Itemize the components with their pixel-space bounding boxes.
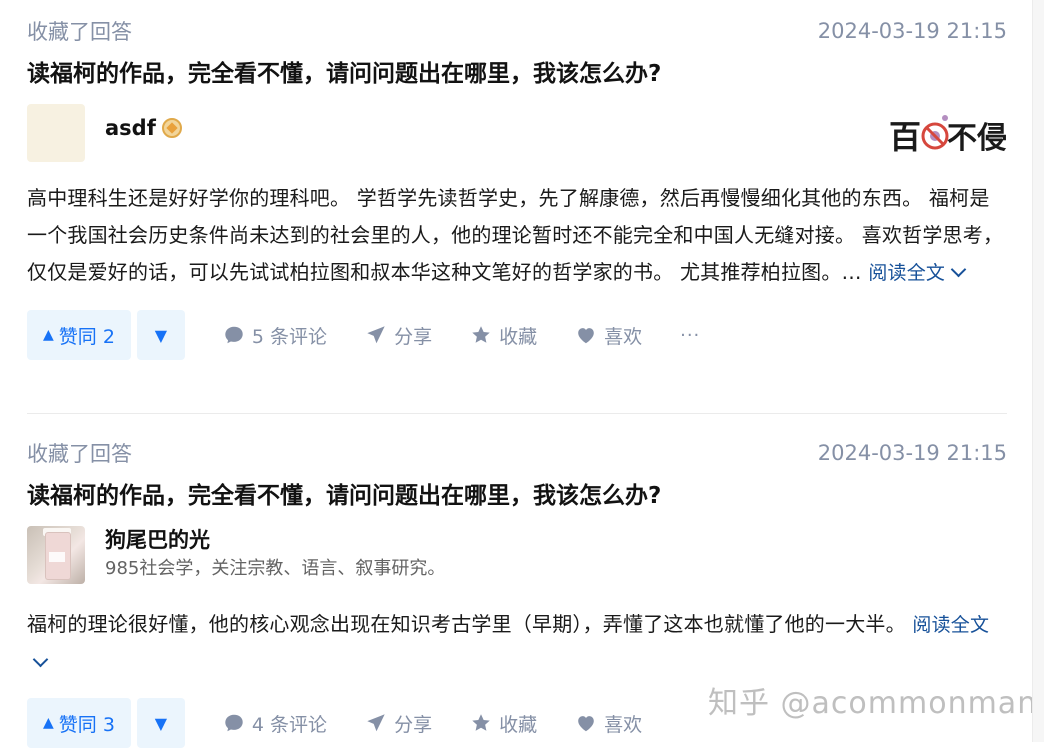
author-row: 狗尾巴的光 985社会学，关注宗教、语言、叙事研究。 xyxy=(27,526,1007,584)
share-button[interactable]: 分享 xyxy=(365,322,432,349)
like-label: 喜欢 xyxy=(604,325,643,348)
favorite-label: 收藏 xyxy=(499,713,538,736)
activity-feed: 收藏了回答 2024-03-19 21:15 读福柯的作品，完全看不懂，请问问题… xyxy=(0,0,1044,748)
card-meta: 收藏了回答 2024-03-19 21:15 xyxy=(27,14,1007,48)
share-icon xyxy=(367,714,385,732)
card-divider xyxy=(27,413,1007,414)
watermark: 知乎 @acommonman xyxy=(708,686,1038,721)
author-row: asdf 百 不侵 xyxy=(27,104,1007,162)
author-name[interactable]: asdf xyxy=(105,114,156,142)
share-icon xyxy=(367,326,385,344)
comments-label: 5 条评论 xyxy=(251,325,328,348)
svg-text:不侵: 不侵 xyxy=(947,121,1007,156)
comments-button[interactable]: 5 条评论 xyxy=(223,322,327,349)
star-icon xyxy=(472,714,490,731)
upvote-label: 赞同 3 xyxy=(58,713,115,736)
action-bar: ▲ 赞同 2 ▼ 5 条评论 分享 收藏 喜欢 ··· xyxy=(27,310,1007,360)
brand-logo: 百 不侵 xyxy=(889,115,1007,156)
read-more-link[interactable]: 阅读全文 xyxy=(868,261,967,284)
excerpt-text: 福柯的理论很好懂，他的核心观念出现在知识考古学里（早期），弄懂了这本也就懂了他的… xyxy=(27,612,906,636)
heart-icon xyxy=(578,328,594,344)
excerpt-text: 高中理科生还是好好学你的理科吧。 学哲学先读哲学史，先了解康德，然后再慢慢细化其… xyxy=(27,186,1004,284)
answer-excerpt[interactable]: 高中理科生还是好好学你的理科吧。 学哲学先读哲学史，先了解康德，然后再慢慢细化其… xyxy=(27,180,1007,292)
activity-label: 收藏了回答 xyxy=(27,442,132,466)
question-title[interactable]: 读福柯的作品，完全看不懂，请问问题出在哪里，我该怎么办? xyxy=(27,58,1007,90)
vote-up-icon: ▲ xyxy=(43,327,54,343)
upvote-button[interactable]: ▲ 赞同 2 xyxy=(27,310,131,360)
activity-label: 收藏了回答 xyxy=(27,20,132,44)
avatar[interactable] xyxy=(27,104,85,162)
svg-text:百: 百 xyxy=(889,118,921,156)
author-name-row: 狗尾巴的光 xyxy=(105,526,445,554)
favorite-button[interactable]: 收藏 xyxy=(470,322,537,349)
read-more-label: 阅读全文 xyxy=(912,614,990,636)
author-headline: 985社会学，关注宗教、语言、叙事研究。 xyxy=(105,558,446,579)
author-name-row: asdf xyxy=(105,114,182,142)
feed-card: 收藏了回答 2024-03-19 21:15 读福柯的作品，完全看不懂，请问问题… xyxy=(27,14,1007,360)
vote-down-icon: ▼ xyxy=(154,325,168,345)
share-label: 分享 xyxy=(394,713,433,736)
scrollbar[interactable] xyxy=(1032,0,1044,742)
timestamp: 2024-03-19 21:15 xyxy=(817,19,1007,43)
share-button[interactable]: 分享 xyxy=(365,710,432,737)
author-name[interactable]: 狗尾巴的光 xyxy=(105,526,210,554)
chevron-down-icon xyxy=(32,651,49,668)
author-info: asdf xyxy=(105,104,182,142)
like-button[interactable]: 喜欢 xyxy=(575,710,642,737)
author-info: 狗尾巴的光 985社会学，关注宗教、语言、叙事研究。 xyxy=(105,526,445,582)
chevron-down-icon xyxy=(950,261,967,278)
upvote-label: 赞同 2 xyxy=(58,325,115,348)
timestamp: 2024-03-19 21:15 xyxy=(817,441,1007,465)
avatar[interactable] xyxy=(27,526,85,584)
comment-icon xyxy=(225,714,243,732)
favorite-label: 收藏 xyxy=(499,325,538,348)
like-button[interactable]: 喜欢 xyxy=(575,322,642,349)
answer-excerpt[interactable]: 福柯的理论很好懂，他的核心观念出现在知识考古学里（早期），弄懂了这本也就懂了他的… xyxy=(27,606,1007,682)
verified-badge-icon xyxy=(161,118,182,138)
vote-down-icon: ▼ xyxy=(154,713,168,733)
favorite-button[interactable]: 收藏 xyxy=(470,710,537,737)
downvote-button[interactable]: ▼ xyxy=(136,310,185,360)
upvote-button[interactable]: ▲ 赞同 3 xyxy=(27,698,131,748)
comment-icon xyxy=(225,326,243,344)
vote-up-icon: ▲ xyxy=(43,715,54,731)
question-title[interactable]: 读福柯的作品，完全看不懂，请问问题出在哪里，我该怎么办? xyxy=(27,480,1007,512)
card-meta: 收藏了回答 2024-03-19 21:15 xyxy=(27,436,1007,470)
comments-label: 4 条评论 xyxy=(251,713,328,736)
star-icon xyxy=(472,326,490,343)
heart-icon xyxy=(578,716,594,732)
comments-button[interactable]: 4 条评论 xyxy=(223,710,327,737)
downvote-button[interactable]: ▼ xyxy=(136,698,185,748)
like-label: 喜欢 xyxy=(604,713,643,736)
more-button[interactable]: ··· xyxy=(680,325,700,346)
share-label: 分享 xyxy=(394,325,433,348)
read-more-label: 阅读全文 xyxy=(868,262,946,284)
